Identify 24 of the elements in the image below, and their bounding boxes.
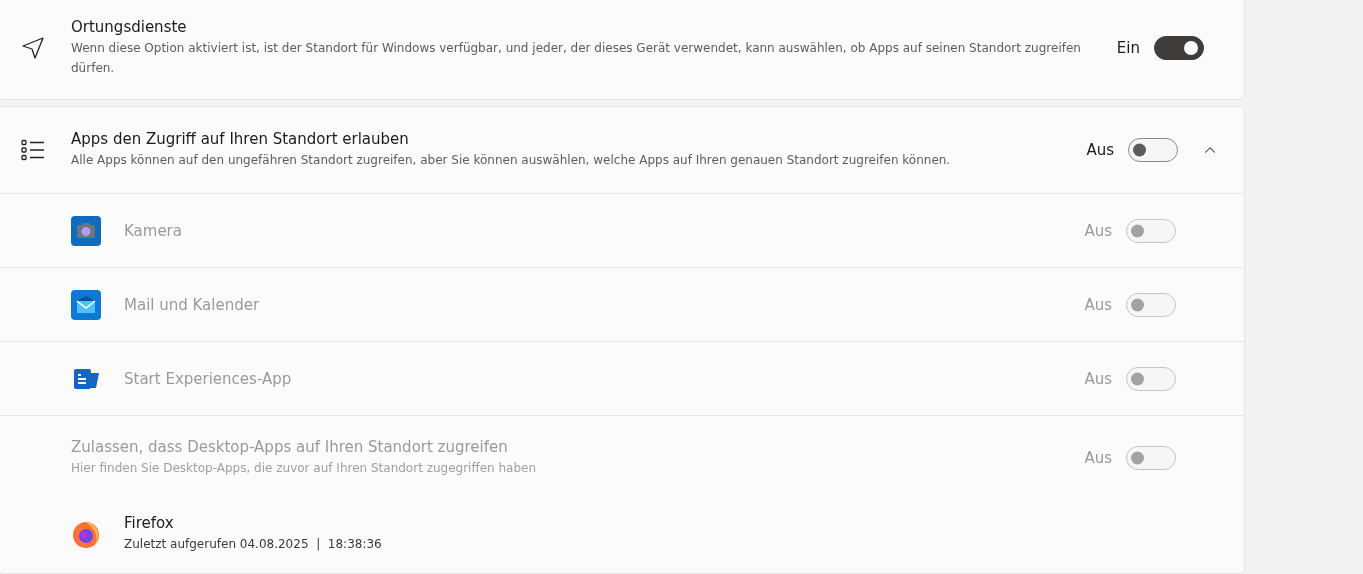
state-label: Aus xyxy=(1084,369,1112,388)
state-label: Aus xyxy=(1084,221,1112,240)
state-label: Aus xyxy=(1084,448,1112,467)
setting-title: Ortungsdienste xyxy=(71,18,188,36)
app-name: Firefox xyxy=(124,514,175,532)
mail-icon xyxy=(71,289,101,320)
camera-icon xyxy=(71,215,101,246)
state-label: Ein xyxy=(1116,39,1140,57)
list-icon xyxy=(21,139,45,161)
setting-description: Alle Apps können auf den ungefähren Standort zugreifen, aber Sie können auswählen, welche Apps auf Ihren genauen Standort zugreifen können. xyxy=(71,152,952,169)
app-name: Mail und Kalender xyxy=(124,295,261,314)
last-access-text: Zuletzt aufgerufen 04.08.2025 | 18:38:36 xyxy=(124,536,383,553)
app-name: Kamera xyxy=(124,221,183,240)
setting-description: Wenn diese Option aktiviert ist, ist der Standort für Windows verfügbar, und jeder, der dieses Gerät verwendet, kann auswählen, ob Apps auf seinen Standort zugreifen dürfen. xyxy=(71,40,1081,77)
toggle-switch[interactable] xyxy=(1128,138,1178,162)
app-name: Start Experiences-App xyxy=(124,369,293,388)
setting-description: Hier finden Sie Desktop-Apps, die zuvor auf Ihren Standort zugegriffen haben xyxy=(71,459,538,477)
setting-title: Apps den Zugriff auf Ihren Standort erlauben xyxy=(71,130,410,148)
navigation-arrow-icon xyxy=(21,36,45,60)
firefox-icon xyxy=(71,519,101,549)
setting-title: Zulassen, dass Desktop-Apps auf Ihren Standort zugreifen xyxy=(71,437,509,456)
state-label: Aus xyxy=(1084,295,1112,314)
state-label: Aus xyxy=(1086,141,1114,159)
toggle-switch[interactable] xyxy=(1154,36,1204,60)
